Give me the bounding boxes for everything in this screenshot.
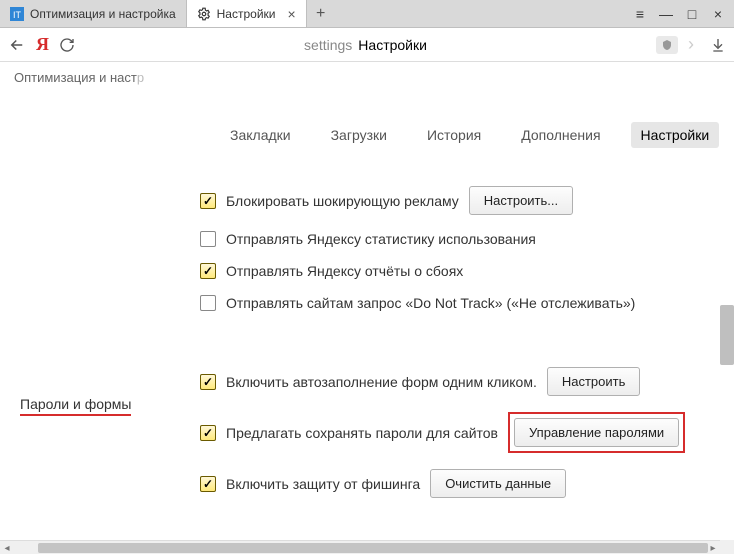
highlight-manage-passwords: Управление паролями — [508, 412, 685, 453]
bookmark-chevron-icon[interactable]: › — [688, 34, 694, 55]
settings-content: Блокировать шокирующую рекламу Настроить… — [0, 158, 734, 506]
label-send-stats: Отправлять Яндексу статистику использова… — [226, 231, 536, 247]
maximize-icon[interactable]: □ — [684, 6, 700, 22]
checkbox-send-stats[interactable] — [200, 231, 216, 247]
nav-addons[interactable]: Дополнения — [511, 122, 610, 148]
label-block-ads: Блокировать шокирующую рекламу — [226, 193, 459, 209]
nav-bookmarks[interactable]: Закладки — [220, 122, 301, 148]
window-close-icon[interactable]: × — [710, 6, 726, 22]
checkbox-block-ads[interactable] — [200, 193, 216, 209]
button-configure-ads[interactable]: Настроить... — [469, 186, 573, 215]
scroll-left-icon[interactable]: ◂ — [0, 541, 14, 555]
menu-icon[interactable]: ≡ — [632, 6, 648, 22]
label-phishing: Включить защиту от фишинга — [226, 476, 420, 492]
nav-history[interactable]: История — [417, 122, 491, 148]
checkbox-send-crash[interactable] — [200, 263, 216, 279]
scroll-corner — [720, 540, 734, 554]
vertical-scrollbar-thumb[interactable] — [720, 305, 734, 365]
scroll-right-icon[interactable]: ▸ — [706, 541, 720, 555]
nav-settings[interactable]: Настройки — [631, 122, 720, 148]
breadcrumb-text: Оптимизация и наст — [14, 70, 137, 85]
tab-optimization[interactable]: IT Оптимизация и настройка — [0, 0, 187, 27]
favicon-it-icon: IT — [10, 7, 24, 21]
minimize-icon[interactable]: — — [658, 6, 674, 22]
url-title: Настройки — [358, 37, 427, 53]
close-icon[interactable]: × — [287, 6, 295, 22]
reload-icon[interactable] — [59, 37, 75, 53]
protect-badge-icon[interactable] — [656, 36, 678, 54]
address-box[interactable]: settings Настройки — [85, 37, 646, 53]
svg-text:IT: IT — [13, 10, 22, 20]
breadcrumb: Оптимизация и настр — [0, 62, 734, 92]
checkbox-save-passwords[interactable] — [200, 425, 216, 441]
breadcrumb-faded: р — [137, 70, 144, 85]
button-manage-passwords[interactable]: Управление паролями — [514, 418, 679, 447]
tab-settings[interactable]: Настройки × — [187, 0, 307, 27]
checkbox-phishing[interactable] — [200, 476, 216, 492]
horizontal-scrollbar[interactable]: ◂ ▸ — [0, 540, 720, 554]
checkbox-autofill[interactable] — [200, 374, 216, 390]
yandex-logo-icon[interactable]: Я — [36, 34, 49, 55]
section-passwords-forms: Пароли и формы — [20, 396, 131, 416]
tab-label: Оптимизация и настройка — [30, 7, 176, 21]
button-clear-data[interactable]: Очистить данные — [430, 469, 566, 498]
url-path: settings — [304, 37, 352, 53]
back-icon[interactable] — [8, 36, 26, 54]
new-tab-button[interactable]: + — [307, 0, 335, 27]
settings-nav: Закладки Загрузки История Дополнения Нас… — [0, 92, 734, 158]
downloads-icon[interactable] — [710, 37, 726, 53]
window-controls: ≡ — □ × — [624, 0, 734, 27]
label-dnt: Отправлять сайтам запрос «Do Not Track» … — [226, 295, 635, 311]
horizontal-scrollbar-thumb[interactable] — [38, 543, 708, 553]
nav-downloads[interactable]: Загрузки — [321, 122, 397, 148]
label-send-crash: Отправлять Яндексу отчёты о сбоях — [226, 263, 463, 279]
checkbox-dnt[interactable] — [200, 295, 216, 311]
gear-icon — [197, 7, 211, 21]
button-configure-autofill[interactable]: Настроить — [547, 367, 641, 396]
tab-label: Настройки — [217, 7, 276, 21]
label-autofill: Включить автозаполнение форм одним клико… — [226, 374, 537, 390]
address-bar: Я settings Настройки › — [0, 28, 734, 62]
tab-bar: IT Оптимизация и настройка Настройки × +… — [0, 0, 734, 28]
label-save-passwords: Предлагать сохранять пароли для сайтов — [226, 425, 498, 441]
